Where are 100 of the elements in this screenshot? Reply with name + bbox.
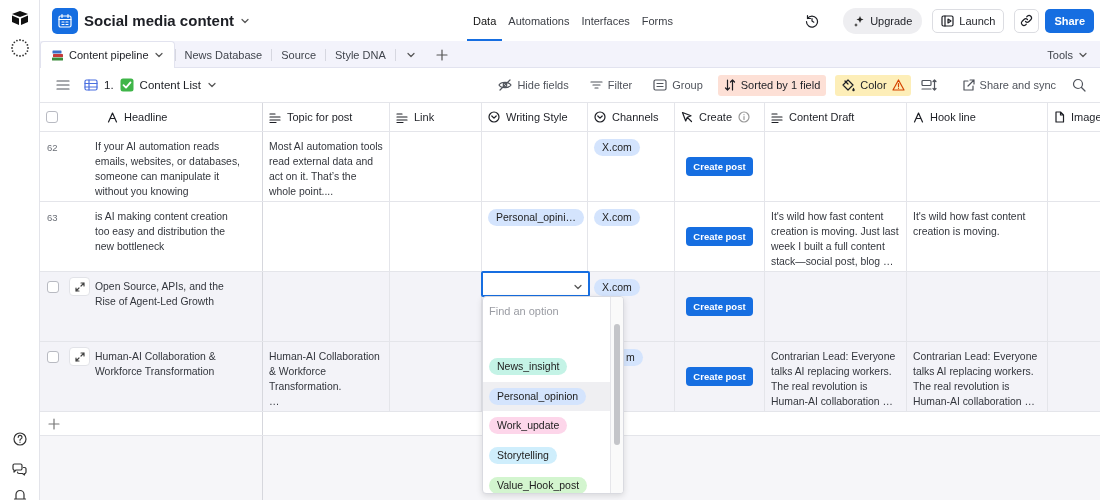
table-cell: It's wild how fast content creation is moving.	[907, 202, 1048, 271]
table-cell: Most AI automation tools read external data and act on it. That’s the whole point....	[263, 132, 390, 201]
table-cell: Contrarian Lead: Everyone talks AI replacing workers. The real revolution is Human-AI collaboration …	[907, 342, 1048, 411]
expand-button[interactable]	[69, 277, 90, 296]
row-checkbox[interactable]	[47, 351, 59, 363]
toolbar-button[interactable]: Hide fields	[492, 74, 575, 96]
dotted-circle-icon[interactable]	[9, 38, 30, 58]
caret-icon	[1078, 50, 1088, 60]
create-post-button[interactable]: Create post	[686, 227, 753, 246]
option-tag: Personal_opini…	[488, 209, 584, 226]
search-icon[interactable]	[1072, 78, 1086, 92]
option-tag: X.com	[594, 279, 640, 296]
option-tag: Storytelling	[489, 447, 557, 465]
books-icon	[51, 48, 64, 62]
dropdown-option[interactable]: Work_update	[483, 411, 611, 441]
toolbar-button[interactable]: Share and sync	[955, 74, 1062, 96]
scrollbar-thumb[interactable]	[614, 324, 620, 445]
option-tag: Work_update	[489, 417, 568, 435]
add-row-button[interactable]	[48, 417, 60, 430]
select-field[interactable]	[481, 271, 590, 297]
toolbar-button[interactable]: Group	[647, 74, 709, 96]
search-field[interactable]: Find an option	[489, 302, 607, 320]
calendar-icon	[57, 12, 73, 29]
row-number: 62	[47, 141, 58, 153]
table-cell-text: is AI making content creation too easy and distribution the new bottleneck	[95, 210, 229, 254]
plus-icon	[435, 49, 448, 61]
logo-icon[interactable]	[10, 10, 29, 26]
column-header[interactable]: Link	[390, 103, 482, 131]
caret-icon	[405, 50, 416, 60]
table-cell-text: Human-AI Collaboration & Workforce Transformation	[95, 350, 217, 379]
share-icon	[961, 78, 975, 92]
share-button[interactable]: Share	[1045, 8, 1094, 33]
create-post-button[interactable]: Create post	[686, 297, 753, 316]
table-tab[interactable]: Style DNA	[326, 43, 395, 67]
link-icon	[1020, 14, 1034, 27]
dropdown-option[interactable]: Value_Hook_post	[483, 470, 611, 493]
column-header[interactable]: Hook line	[907, 103, 1048, 131]
long-text-icon	[269, 111, 281, 123]
table-tab[interactable]: News Database	[175, 43, 272, 67]
info-icon[interactable]	[738, 111, 751, 123]
sort-icon	[723, 79, 736, 91]
link-button[interactable]	[1014, 8, 1040, 33]
option-tag: X.com	[594, 209, 640, 226]
long-text-icon	[396, 111, 408, 123]
table-cell: Human-AI Collaboration & Workforce Transformation. …	[263, 342, 390, 411]
table-tab[interactable]: Content pipeline	[40, 41, 175, 68]
bell-icon[interactable]	[12, 488, 27, 500]
history-icon[interactable]	[805, 13, 820, 28]
row-number: 63	[47, 211, 58, 223]
table-cell-text: Open Source, APIs, and the Rise of Agent-Led Growth	[95, 280, 225, 309]
select-all-checkbox[interactable]	[46, 111, 58, 123]
caret-icon	[573, 282, 583, 292]
column-header[interactable]: Topic for post	[263, 103, 390, 131]
base-title[interactable]: Social media content	[84, 12, 235, 29]
table-tab[interactable]: Source	[272, 43, 326, 67]
document-icon	[1054, 111, 1065, 123]
expand-icon	[74, 281, 85, 292]
table-cell: Contrarian Lead: Everyone talks AI replacing workers. The real revolution is Human-AI collaboration …	[765, 342, 907, 411]
option-tag: News_insight	[489, 358, 568, 376]
text-type-icon	[913, 111, 924, 123]
create-post-button[interactable]: Create post	[686, 367, 753, 386]
column-header[interactable]: Create	[675, 103, 765, 131]
nav-tab[interactable]: Forms	[635, 0, 679, 41]
chat-icon[interactable]	[12, 463, 27, 476]
table-cell: It's wild how fast content creation is moving. Just last week I built a full content stack—social post, blog …	[765, 202, 907, 271]
select-icon	[488, 111, 500, 123]
plus-icon	[48, 417, 60, 430]
row-height-icon[interactable]	[920, 79, 937, 91]
upgrade-button[interactable]: Upgrade	[843, 7, 923, 34]
caret-icon	[206, 80, 217, 90]
expand-button[interactable]	[69, 347, 90, 366]
launch-button[interactable]: Launch	[932, 8, 1005, 33]
select-icon	[594, 111, 606, 123]
row-checkbox[interactable]	[47, 281, 59, 293]
create-post-button[interactable]: Create post	[686, 157, 753, 176]
nav-tab[interactable]: Automations	[502, 0, 576, 41]
launch-icon	[941, 14, 955, 27]
nav-tab[interactable]: Interfaces	[575, 0, 636, 41]
filter-icon	[589, 79, 603, 91]
table-cell-text: If your AI automation reads emails, websites, or databases, someone can manipulate it without you knowing	[95, 140, 241, 199]
dropdown-option[interactable]: Storytelling	[483, 440, 611, 471]
expand-icon	[74, 351, 85, 362]
eye-off-icon	[498, 79, 513, 91]
column-header[interactable]: Writing Style	[482, 103, 588, 131]
view-switcher[interactable]: 1. Content List	[84, 78, 217, 92]
grid-icon	[84, 79, 98, 91]
column-header[interactable]: Channels	[588, 103, 675, 131]
option-tag: X.com	[594, 139, 640, 156]
help-icon[interactable]	[12, 432, 27, 446]
toolbar-button[interactable]: Filter	[583, 74, 639, 96]
dropdown-option[interactable]: Personal_opinion	[483, 381, 611, 412]
toolbar-button[interactable]: Sorted by 1 field	[717, 74, 827, 96]
paint-bucket-icon	[841, 78, 856, 92]
column-header[interactable]: Content Draft	[765, 103, 907, 131]
toolbar-button[interactable]: Color	[835, 74, 911, 96]
column-header[interactable]: Headline	[107, 111, 168, 123]
long-text-icon	[771, 111, 783, 123]
tools-menu[interactable]: Tools	[1035, 43, 1100, 67]
base-logo[interactable]	[52, 7, 78, 34]
option-tag: Value_Hook_post	[489, 476, 588, 493]
